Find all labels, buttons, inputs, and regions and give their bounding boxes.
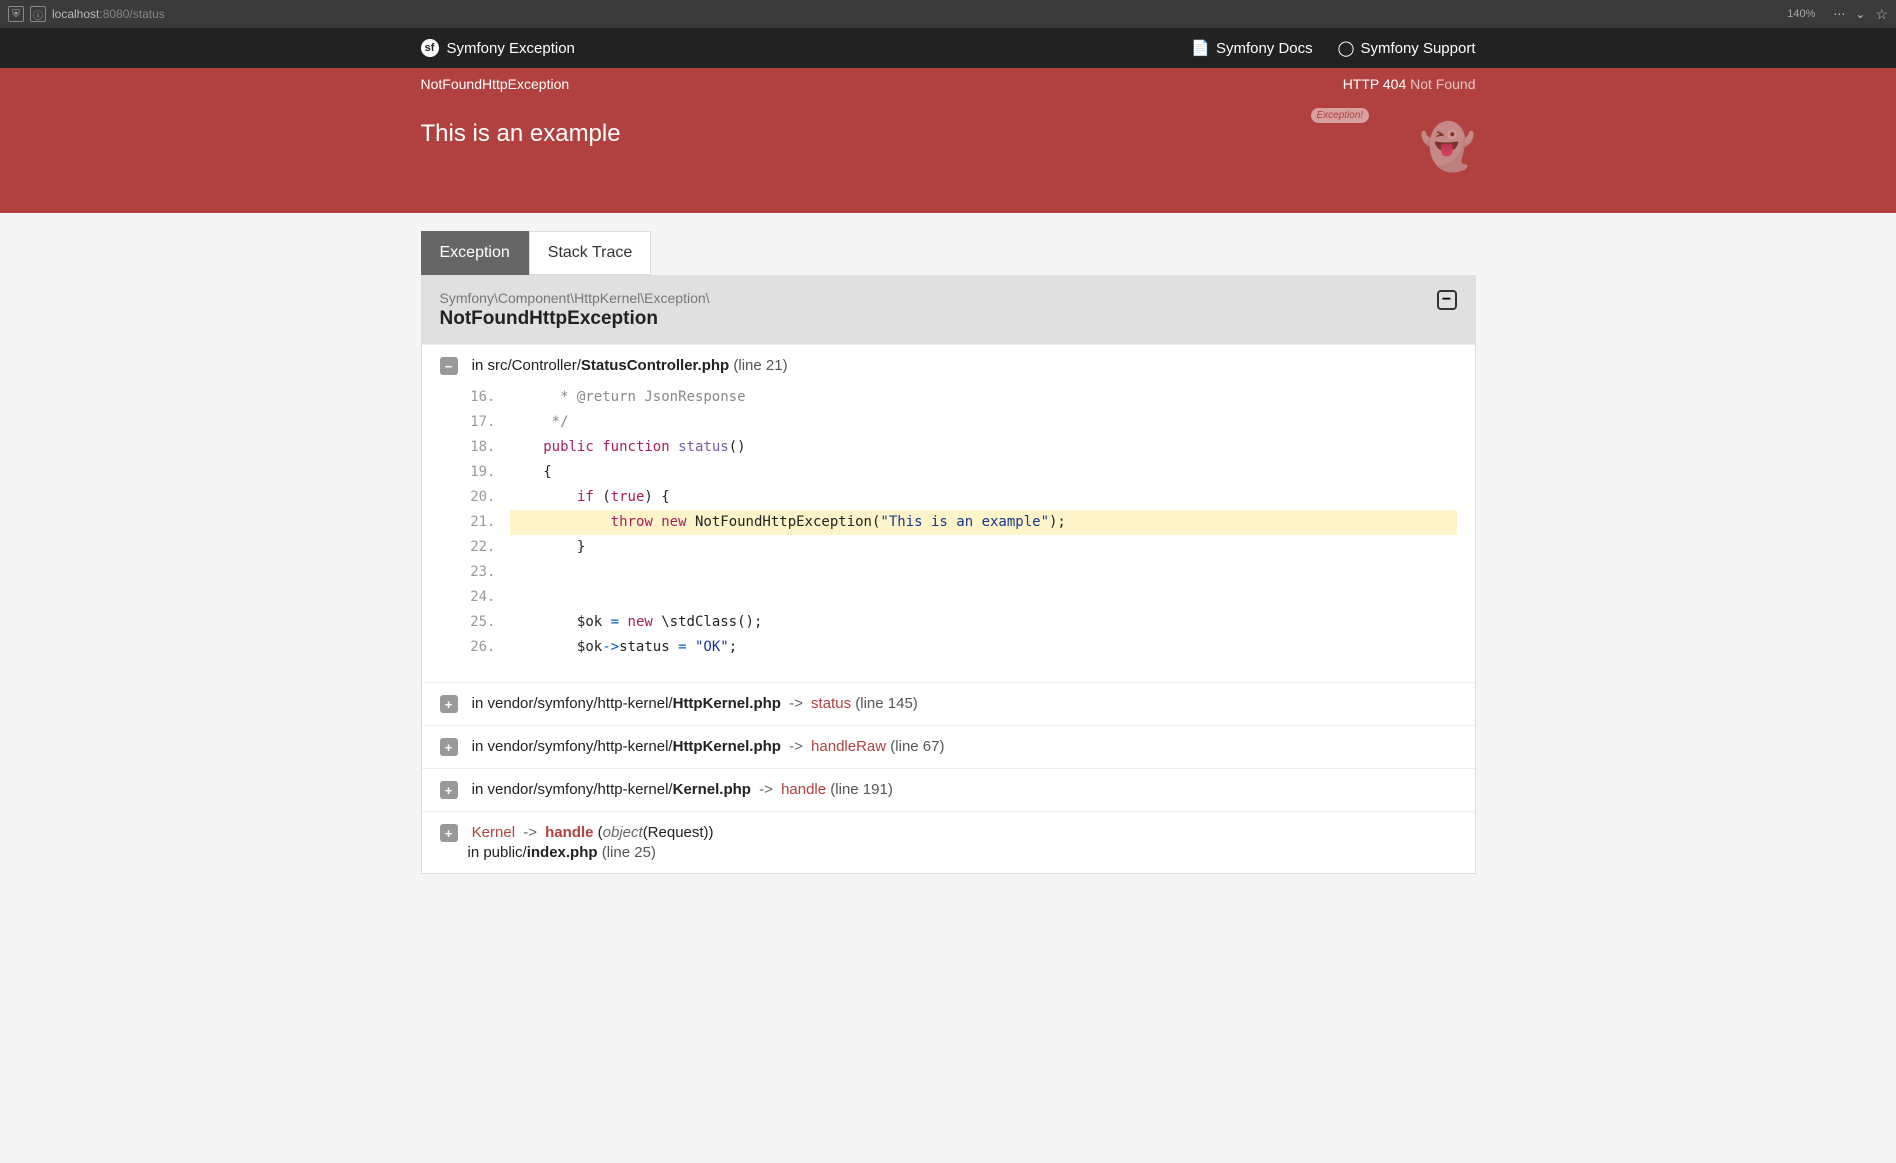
trace-file: Kernel.php bbox=[673, 781, 751, 798]
trace-row-2: in vendor/symfony/http-kernel/HttpKernel… bbox=[422, 725, 1475, 768]
bookmark-star-icon[interactable]: ☆ bbox=[1875, 6, 1888, 23]
tab-bar: Exception Stack Trace bbox=[421, 231, 1476, 275]
panel-header: Symfony\Component\HttpKernel\Exception\ … bbox=[422, 276, 1475, 344]
code-line: 16. * @return JsonResponse bbox=[470, 385, 1457, 410]
trace-file: HttpKernel.php bbox=[673, 695, 781, 712]
support-icon: ◯ bbox=[1338, 39, 1355, 57]
ghost-icon: Exception! 👻 bbox=[1356, 120, 1476, 173]
support-link[interactable]: ◯ Symfony Support bbox=[1338, 39, 1476, 57]
tab-exception[interactable]: Exception bbox=[421, 231, 529, 275]
zoom-level[interactable]: 140% bbox=[1787, 8, 1815, 20]
trace-file: HttpKernel.php bbox=[673, 738, 781, 755]
exception-message: This is an example bbox=[421, 120, 1356, 148]
trace-method: status bbox=[811, 695, 851, 712]
code-line: 20. if (true) { bbox=[470, 485, 1457, 510]
collapse-trace-icon[interactable] bbox=[440, 357, 458, 375]
expand-trace-icon[interactable] bbox=[440, 738, 458, 756]
trace-class: Kernel bbox=[472, 824, 515, 841]
code-line: 25. $ok = new \stdClass(); bbox=[470, 610, 1457, 635]
code-line: 18. public function status() bbox=[470, 435, 1457, 460]
docs-icon: 📄 bbox=[1191, 39, 1210, 57]
expand-trace-icon[interactable] bbox=[440, 781, 458, 799]
exception-subbar: NotFoundHttpException HTTP 404 Not Found bbox=[0, 68, 1896, 100]
exception-namespace: Symfony\Component\HttpKernel\Exception\ bbox=[440, 290, 1437, 306]
trace-file: index.php bbox=[527, 844, 598, 861]
pocket-icon[interactable]: ⌄ bbox=[1855, 7, 1865, 21]
menu-dots-icon[interactable]: ⋯ bbox=[1833, 7, 1845, 21]
code-line: 24. bbox=[470, 585, 1457, 610]
code-snippet: 16. * @return JsonResponse17. */18. publ… bbox=[470, 385, 1457, 660]
expand-trace-icon[interactable] bbox=[440, 824, 458, 842]
browser-address-bar: ⛨ ⓘ localhost:8080/status 140% ⋯ ⌄ ☆ bbox=[0, 0, 1896, 28]
brand: sf Symfony Exception bbox=[421, 39, 575, 57]
code-line: 22. } bbox=[470, 535, 1457, 560]
trace-row-1: in vendor/symfony/http-kernel/HttpKernel… bbox=[422, 682, 1475, 725]
trace-row-0: in src/Controller/StatusController.php (… bbox=[422, 344, 1475, 682]
http-status: HTTP 404 Not Found bbox=[1343, 76, 1476, 92]
code-line: 19. { bbox=[470, 460, 1457, 485]
top-nav: sf Symfony Exception 📄 Symfony Docs ◯ Sy… bbox=[0, 28, 1896, 68]
trace-row-3: in vendor/symfony/http-kernel/Kernel.php… bbox=[422, 768, 1475, 811]
tab-stack-trace[interactable]: Stack Trace bbox=[529, 231, 651, 275]
symfony-logo-icon: sf bbox=[421, 39, 439, 57]
brand-text: Symfony Exception bbox=[447, 40, 575, 57]
exception-hero: This is an example Exception! 👻 bbox=[0, 100, 1896, 213]
code-line: 21. throw new NotFoundHttpException("Thi… bbox=[470, 510, 1457, 535]
code-line: 23. bbox=[470, 560, 1457, 585]
exception-bubble: Exception! bbox=[1311, 108, 1370, 123]
exception-classname: NotFoundHttpException bbox=[440, 308, 1437, 330]
info-icon[interactable]: ⓘ bbox=[30, 6, 46, 22]
url-display[interactable]: localhost:8080/status bbox=[52, 7, 1787, 21]
trace-method: handle bbox=[545, 824, 593, 841]
trace-method: handle bbox=[781, 781, 826, 798]
code-line: 26. $ok->status = "OK"; bbox=[470, 635, 1457, 660]
exception-short-class: NotFoundHttpException bbox=[421, 76, 570, 92]
docs-link[interactable]: 📄 Symfony Docs bbox=[1191, 39, 1312, 57]
collapse-panel-icon[interactable]: − bbox=[1437, 290, 1457, 310]
exception-panel: Symfony\Component\HttpKernel\Exception\ … bbox=[421, 275, 1476, 874]
expand-trace-icon[interactable] bbox=[440, 695, 458, 713]
trace-method: handleRaw bbox=[811, 738, 886, 755]
code-line: 17. */ bbox=[470, 410, 1457, 435]
shield-icon: ⛨ bbox=[8, 6, 24, 22]
trace-file: StatusController.php bbox=[581, 357, 729, 374]
trace-row-4: Kernel -> handle (object(Request)) in pu… bbox=[422, 811, 1475, 873]
